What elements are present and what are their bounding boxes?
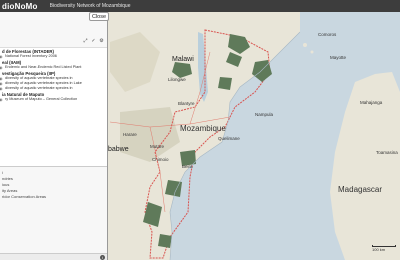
layers-panel: ⤢ ✓ ⚙ d de Florestas (INTADER) ◉National…	[0, 12, 108, 260]
layer-group: d de Florestas (INTADER) ◉National Fores…	[0, 49, 107, 59]
layer-group: eal (IIAM) ◉Endemic and Near-Endemic Red…	[0, 60, 107, 70]
label-harare: Harare	[123, 132, 137, 137]
layer-item[interactable]: ◉ry Museum of Maputo – General Collectio…	[0, 97, 107, 102]
app-header: dioNoMo Biodiversity Network of Mozambiq…	[0, 0, 400, 12]
eye-icon[interactable]: ◉	[0, 97, 3, 102]
eye-icon[interactable]: ◉	[0, 86, 3, 91]
layer-label: diversity of aquatic vertebrate species …	[5, 81, 82, 85]
layer-item[interactable]: ◉diversity of aquatic vertebrate species…	[0, 86, 107, 91]
check-icon[interactable]: ✓	[91, 39, 96, 44]
layers-toolbar: ⤢ ✓ ⚙	[83, 39, 104, 44]
protected-area[interactable]	[158, 234, 172, 248]
layer-group: vestigação Pesqueira (IIP) ◉diversity of…	[0, 71, 107, 91]
label-nampula: Nampula	[255, 112, 274, 117]
app-subtitle: Biodiversity Network of Mozambique	[49, 3, 131, 9]
scale-bar: 100 km	[372, 245, 396, 252]
app-brand[interactable]: dioNoMo	[0, 2, 38, 11]
panel-footer: i	[0, 253, 107, 260]
layer-label: diversity of aquatic vertebrate species …	[5, 86, 73, 90]
scale-label: 100 km	[372, 247, 386, 252]
label-lilongwe: Lilongwe	[168, 77, 186, 82]
label-beira: Beira	[182, 164, 193, 169]
layer-label: Endemic and Near-Endemic Red Listed Plan…	[5, 65, 82, 69]
layer-label: National Forest Inventory 2006	[5, 54, 57, 58]
expand-icon[interactable]: ⤢	[83, 39, 88, 44]
label-chimoio: Chimoio	[152, 157, 169, 162]
lower-item[interactable]: ridor Conservation Areas	[0, 194, 107, 200]
label-mozambique: Mozambique	[180, 124, 226, 133]
label-blantyre: Blantyre	[178, 101, 195, 106]
eye-icon[interactable]: ◉	[0, 65, 3, 70]
close-button[interactable]: Close	[89, 12, 109, 21]
layer-group: ia Natural de Maputo ◉ry Museum of Maput…	[0, 92, 107, 102]
label-mayotte: Mayotte	[330, 55, 347, 60]
label-toamasina: Toamasina	[376, 150, 398, 155]
label-madagascar: Madagascar	[338, 185, 383, 194]
protected-area[interactable]	[218, 77, 232, 90]
lower-layers-list: i ndries ious ity Areas ridor Conservati…	[0, 170, 107, 260]
layer-item[interactable]: ◉National Forest Inventory 2006	[0, 54, 107, 59]
label-mahajanga: Mahajanga	[360, 100, 383, 105]
settings-icon[interactable]: ⚙	[99, 39, 104, 44]
info-icon[interactable]: i	[100, 255, 105, 260]
layer-label: ry Museum of Maputo – General Collection	[5, 97, 78, 101]
label-zimbabwe: babwe	[108, 146, 129, 153]
eye-icon[interactable]: ◉	[0, 54, 3, 59]
label-mutare: Mutare	[150, 144, 165, 149]
layer-label: diversity of aquatic vertebrate species …	[5, 76, 73, 80]
layer-item[interactable]: ◉Endemic and Near-Endemic Red Listed Pla…	[0, 65, 107, 70]
layers-list: d de Florestas (INTADER) ◉National Fores…	[0, 47, 107, 167]
label-comoros: Comoros	[318, 32, 337, 37]
label-quelimane: Quelimane	[218, 136, 240, 141]
label-malawi: Malawi	[172, 56, 194, 63]
